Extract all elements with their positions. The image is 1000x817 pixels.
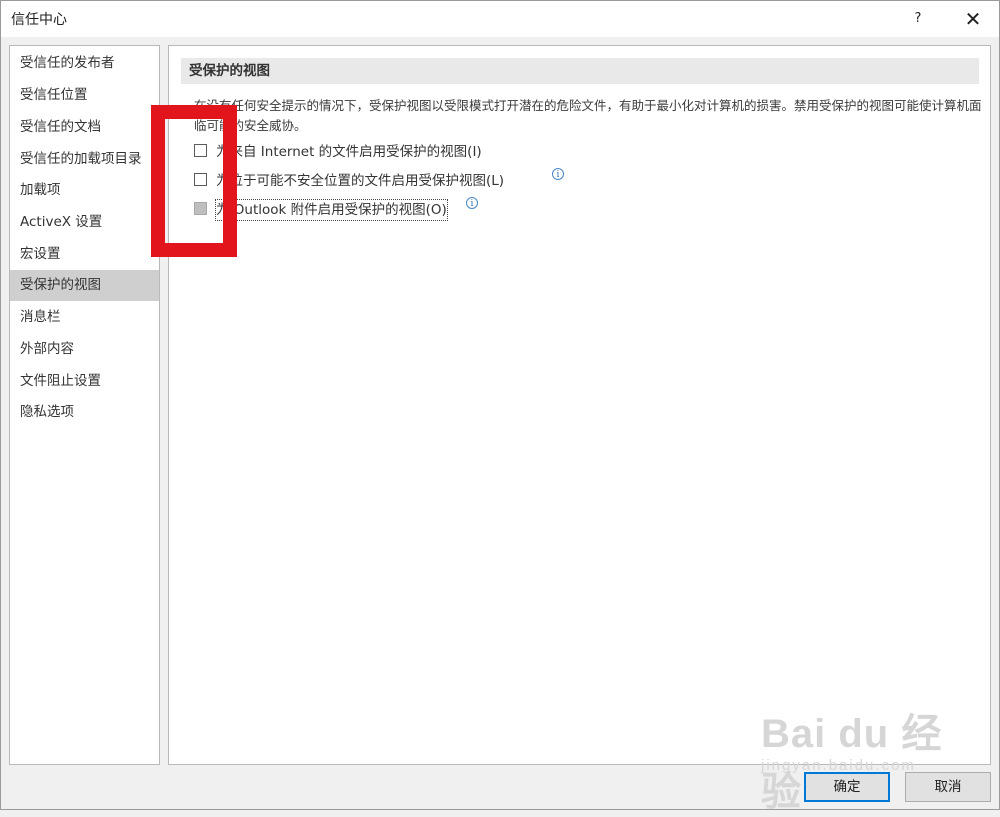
sidebar-item-trusted-publishers[interactable]: 受信任的发布者 (10, 48, 159, 79)
trust-center-dialog: 信任中心 ? ✕ 受信任的发布者 受信任位置 受信任的文档 受信任的加载项目录 … (0, 0, 1000, 814)
ok-button[interactable]: 确定 (804, 772, 890, 802)
info-icon[interactable]: i (466, 197, 478, 209)
sidebar-item-activex[interactable]: ActiveX 设置 (10, 207, 159, 238)
sidebar-item-protected-view[interactable]: 受保护的视图 (10, 270, 159, 301)
sidebar-nav: 受信任的发布者 受信任位置 受信任的文档 受信任的加载项目录 加载项 Activ… (9, 45, 160, 765)
sidebar-item-file-block[interactable]: 文件阻止设置 (10, 366, 159, 397)
cancel-button[interactable]: 取消 (905, 772, 991, 802)
section-title: 受保护的视图 (181, 58, 979, 84)
sidebar-item-trusted-addin-catalogs[interactable]: 受信任的加载项目录 (10, 144, 159, 175)
section-description: 在没有任何安全提示的情况下，受保护视图以受限模式打开潜在的危险文件，有助于最小化… (194, 98, 982, 133)
title-bar: 信任中心 ? ✕ (1, 1, 999, 37)
baidu-watermark: Bai du 经验 jingyan.baidu.com (761, 701, 961, 814)
content-panel: 受保护的视图 在没有任何安全提示的情况下，受保护视图以受限模式打开潜在的危险文件… (168, 45, 991, 765)
close-button[interactable]: ✕ (959, 5, 987, 33)
dialog-title: 信任中心 (11, 12, 67, 28)
unsafe-locations-label[interactable]: 为位于可能不安全位置的文件启用受保护视图(L) (216, 171, 504, 191)
sidebar-item-external-content[interactable]: 外部内容 (10, 334, 159, 365)
outlook-attachments-label: 为 Outlook 附件启用受保护的视图(O) (215, 199, 448, 221)
sidebar-item-trusted-locations[interactable]: 受信任位置 (10, 80, 159, 111)
red-annotation-box (151, 105, 237, 257)
sidebar-item-addins[interactable]: 加载项 (10, 175, 159, 206)
sidebar-item-macro-settings[interactable]: 宏设置 (10, 239, 159, 270)
sidebar-item-trusted-documents[interactable]: 受信任的文档 (10, 112, 159, 143)
help-button[interactable]: ? (905, 5, 931, 33)
sidebar-item-privacy[interactable]: 隐私选项 (10, 397, 159, 428)
internet-files-label[interactable]: 为来自 Internet 的文件启用受保护的视图(I) (216, 142, 482, 162)
sidebar-item-message-bar[interactable]: 消息栏 (10, 302, 159, 333)
info-icon[interactable]: i (552, 168, 564, 180)
